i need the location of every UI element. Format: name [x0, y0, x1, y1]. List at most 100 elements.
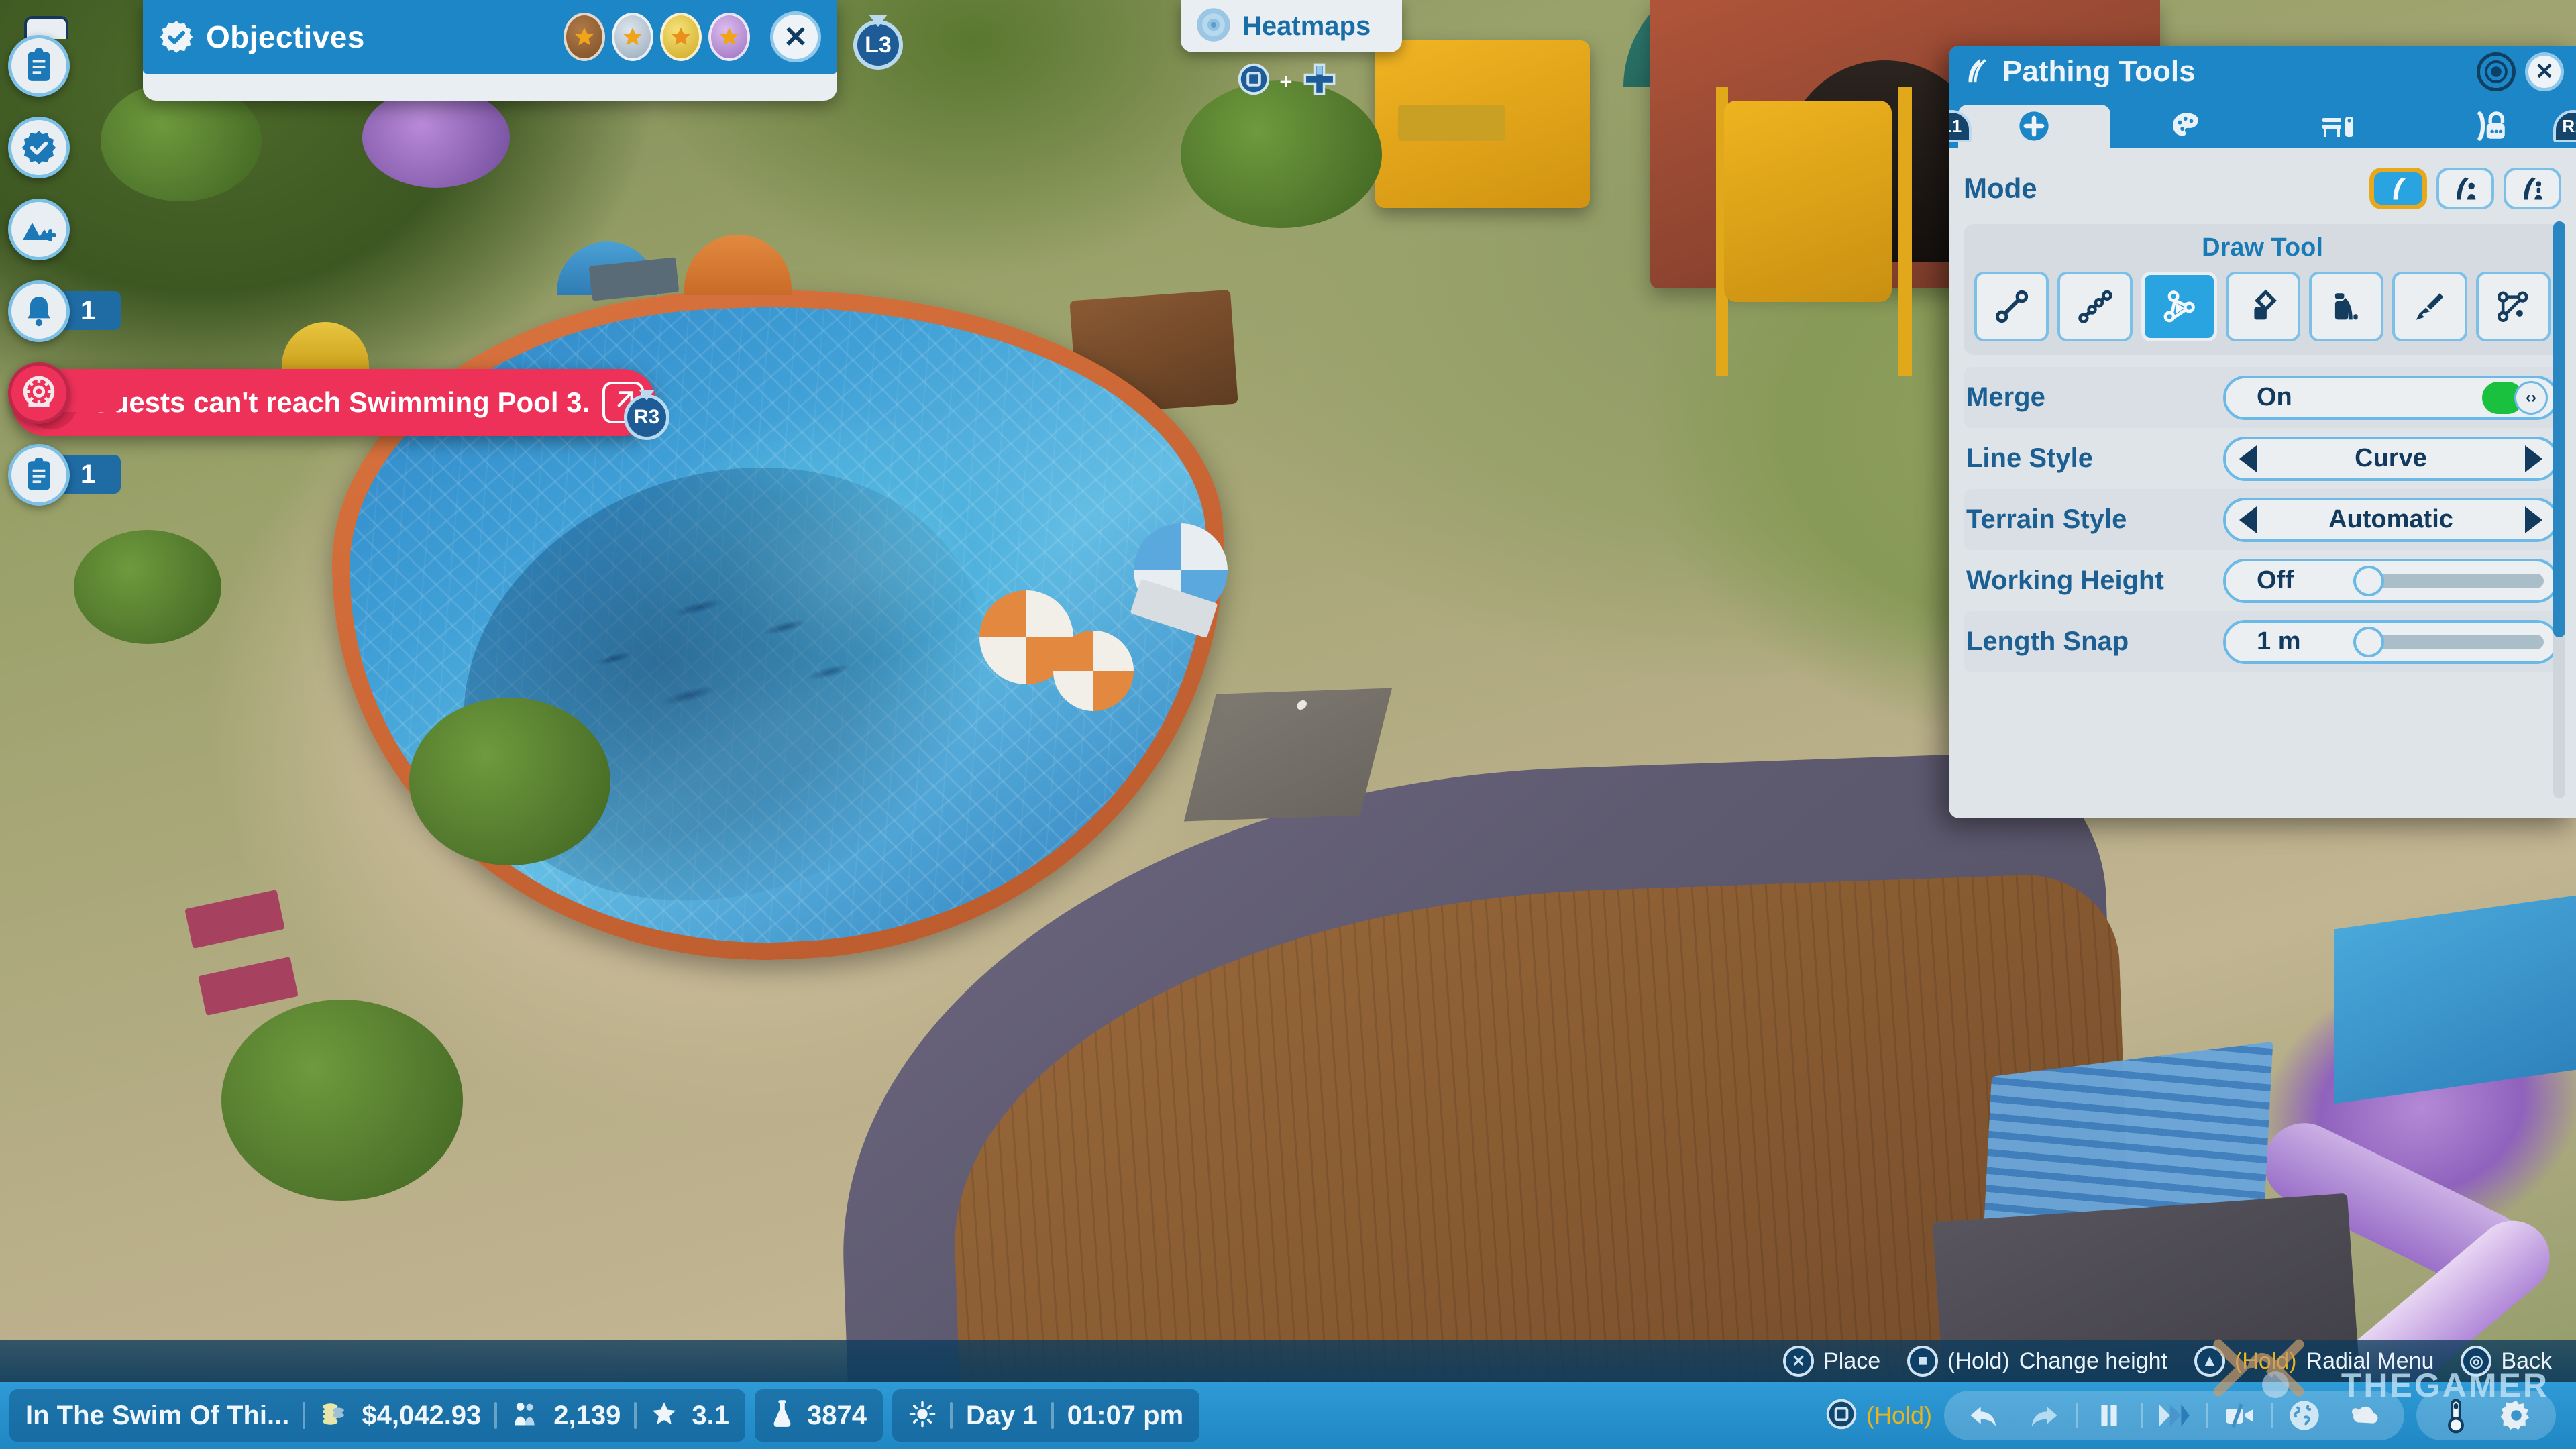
hint-place: ✕ Place — [1783, 1346, 1880, 1377]
slider-area[interactable] — [2353, 565, 2544, 596]
status-bar: In The Swim Of Thi... $4,042.93 2,139 3.… — [0, 1382, 2576, 1449]
thermometer-button[interactable] — [2427, 1393, 2485, 1438]
setting-row-terrain-style: Terrain Style Automatic — [1964, 489, 2561, 550]
bell-icon — [8, 280, 70, 342]
playback-toolbar — [1944, 1391, 2404, 1440]
mode-path-guest[interactable] — [2436, 168, 2494, 209]
line-style-stepper[interactable]: Curve — [2223, 436, 2559, 481]
settings-button[interactable] — [2487, 1393, 2545, 1438]
redo-button[interactable] — [2015, 1393, 2073, 1438]
pause-button[interactable] — [2080, 1393, 2138, 1438]
clipboard-icon — [8, 35, 70, 97]
slider-knob[interactable] — [2353, 626, 2384, 657]
bush-prop — [74, 530, 221, 644]
target-icon[interactable] — [2477, 52, 2516, 91]
length-snap-slider[interactable]: 1 m — [2223, 619, 2559, 664]
settings-list: Merge On ‹› Line Style Curve Terrain Sty… — [1964, 367, 2561, 672]
slider-knob[interactable] — [2353, 565, 2384, 596]
setting-label: Terrain Style — [1966, 504, 2127, 534]
badge-check-icon — [159, 19, 194, 54]
parasol-prop — [1053, 631, 1134, 711]
tab-paint[interactable] — [2110, 105, 2263, 148]
money-value: $4,042.93 — [362, 1400, 482, 1430]
sidebar-item-management[interactable] — [8, 34, 89, 98]
tool-brush[interactable] — [2392, 272, 2467, 341]
undo-button[interactable] — [1955, 1393, 2012, 1438]
stepper-next-icon[interactable] — [2525, 506, 2542, 533]
setting-value: Curve — [2355, 444, 2427, 472]
watermark-mark — [2208, 1334, 2309, 1411]
tool-freeform[interactable] — [2141, 272, 2217, 341]
plus-sign: + — [1279, 69, 1293, 95]
tab-queue[interactable] — [2414, 105, 2567, 148]
panel-body: Mode Draw Tool Merge On ‹› Line Style Cu… — [1949, 148, 2576, 818]
tool-straight[interactable] — [1974, 272, 2049, 341]
divider — [1051, 1402, 1054, 1429]
weather-button[interactable] — [2336, 1393, 2394, 1438]
flask-icon — [771, 1399, 794, 1433]
sidebar-item-objectives[interactable] — [8, 115, 89, 180]
close-icon[interactable]: ✕ — [770, 11, 821, 62]
scrollbar-thumb[interactable] — [2553, 221, 2565, 637]
yellow-machine-prop — [1375, 40, 1590, 208]
merge-toggle[interactable]: On ‹› — [2223, 375, 2559, 420]
left-sidebar: 1 1 — [8, 16, 121, 525]
mode-label: Mode — [1964, 172, 2037, 204]
mountain-plus-icon — [8, 199, 70, 260]
mode-row: Mode — [1964, 160, 2561, 217]
slider-rail — [2376, 573, 2544, 588]
heatmaps-label: Heatmaps — [1242, 11, 1371, 41]
guests-icon — [511, 1399, 540, 1432]
hint-hold: (Hold) — [1947, 1348, 2010, 1374]
hint-back: ◎ Back — [2461, 1346, 2552, 1377]
close-icon[interactable]: ✕ — [2525, 52, 2564, 91]
fast-forward-button[interactable] — [2145, 1393, 2203, 1438]
clipboard-icon — [8, 444, 70, 506]
tool-corner[interactable] — [2309, 272, 2384, 341]
mode-path[interactable] — [2369, 168, 2427, 209]
sidebar-item-research[interactable]: 1 — [8, 443, 121, 507]
guest-count: 2,139 — [553, 1400, 621, 1430]
stick-hint-l3: L3 — [853, 20, 903, 70]
tool-pen[interactable] — [2225, 272, 2301, 341]
sidebar-item-scenery[interactable] — [8, 197, 89, 262]
divider — [634, 1402, 637, 1429]
yellow-rig-prop — [1697, 87, 1939, 376]
slider-rail — [2376, 634, 2544, 649]
panel-header-buttons: ✕ — [2477, 52, 2564, 91]
plus-circle-icon — [2019, 111, 2049, 141]
heatmaps-widget[interactable]: Heatmaps — [1181, 0, 1402, 52]
setting-value: On — [2257, 383, 2292, 411]
star-icon — [650, 1400, 678, 1432]
slider-area[interactable] — [2353, 626, 2544, 657]
tool-multi-point[interactable] — [2057, 272, 2133, 341]
stepper-next-icon[interactable] — [2525, 445, 2542, 472]
palette-icon — [2173, 113, 2199, 136]
control-hints-bar: ✕ Place ■ (Hold) Change height ▲ (Hold) … — [0, 1340, 2576, 1382]
panel-scrollbar[interactable] — [2553, 221, 2565, 798]
medal-silver[interactable] — [612, 13, 653, 61]
page-title: Objectives — [206, 19, 365, 54]
sun-icon — [908, 1400, 936, 1432]
objectives-header: Objectives ✕ — [143, 0, 837, 74]
bush-prop — [409, 698, 610, 865]
divider — [2141, 1403, 2143, 1428]
research-value: 3874 — [807, 1400, 867, 1430]
toggle-track: ‹› — [2482, 380, 2549, 415]
working-height-slider[interactable]: Off — [2223, 558, 2559, 603]
medal-gold[interactable] — [660, 13, 702, 61]
medal-bronze[interactable] — [564, 13, 605, 61]
sidebar-item-notifications[interactable]: 1 — [8, 279, 121, 343]
tab-create[interactable] — [1958, 105, 2110, 148]
park-stats-chip: In The Swim Of Thi... $4,042.93 2,139 3.… — [9, 1389, 746, 1442]
hold-label: (Hold) — [1866, 1401, 1932, 1429]
terrain-style-stepper[interactable]: Automatic — [2223, 497, 2559, 542]
medal-platinum[interactable] — [708, 13, 750, 61]
flower-bed-prop — [362, 87, 510, 188]
mode-path-queue[interactable] — [2504, 168, 2561, 209]
draw-tool-card: Draw Tool — [1964, 224, 2561, 355]
mode-buttons — [2369, 168, 2561, 209]
tab-props[interactable] — [2263, 105, 2415, 148]
square-button-icon — [1238, 63, 1270, 101]
tool-edit-nodes[interactable] — [2475, 272, 2551, 341]
